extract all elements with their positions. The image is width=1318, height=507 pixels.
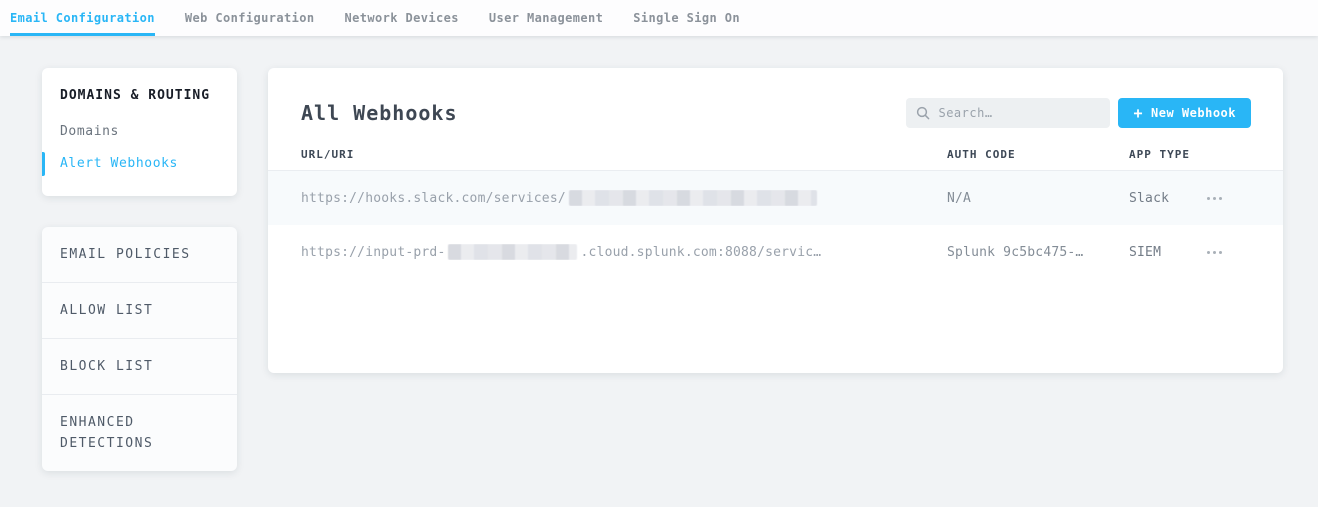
search-icon: [916, 106, 930, 120]
new-webhook-button-label: New Webhook: [1151, 106, 1236, 120]
sidebar-item-allow-list[interactable]: ALLOW LIST: [42, 282, 237, 338]
sidebar-item-domains[interactable]: Domains: [60, 123, 219, 141]
sidebar-item-enhanced-detections[interactable]: ENHANCED DETECTIONS: [42, 394, 237, 471]
tab-email-configuration[interactable]: Email Configuration: [10, 0, 155, 36]
sidebar-item-label: Alert Webhooks: [60, 156, 178, 171]
app-window: Email Configuration Web Configuration Ne…: [0, 0, 1318, 507]
redacted-url-segment: [569, 190, 817, 206]
app-type-cell: SIEM: [1129, 245, 1207, 260]
sidebar-item-alert-webhooks[interactable]: Alert Webhooks: [60, 155, 219, 173]
domains-routing-card: DOMAINS & ROUTING Domains Alert Webhooks: [42, 68, 237, 196]
column-header-auth-code: AUTH CODE: [947, 148, 1129, 161]
row-actions-cell: [1207, 197, 1250, 200]
auth-code-cell: N/A: [947, 191, 1129, 206]
tab-user-management[interactable]: User Management: [489, 0, 603, 36]
search-box[interactable]: [906, 98, 1110, 128]
webhook-url-cell: https://input-prd- .cloud.splunk.com:808…: [301, 244, 947, 260]
sidebar-item-email-policies[interactable]: EMAIL POLICIES: [42, 227, 237, 282]
webhook-url-text: https://hooks.slack.com/services/: [301, 191, 566, 206]
search-input[interactable]: [938, 106, 1100, 120]
tab-web-configuration[interactable]: Web Configuration: [185, 0, 315, 36]
tab-single-sign-on[interactable]: Single Sign On: [633, 0, 740, 36]
app-type-cell: Slack: [1129, 191, 1207, 206]
redacted-url-segment: [448, 244, 577, 260]
domains-routing-heading: DOMAINS & ROUTING: [60, 88, 219, 103]
table-header: URL/URI AUTH CODE APP TYPE: [268, 148, 1283, 171]
sidebar-item-block-list[interactable]: BLOCK LIST: [42, 338, 237, 394]
ellipsis-menu-icon[interactable]: [1207, 251, 1210, 254]
header-actions: + New Webhook: [906, 98, 1251, 128]
webhook-url-cell: https://hooks.slack.com/services/: [301, 190, 947, 206]
sidebar-sections-card: EMAIL POLICIES ALLOW LIST BLOCK LIST ENH…: [42, 227, 237, 471]
webhook-url-suffix: .cloud.splunk.com:8088/servic…: [580, 245, 821, 260]
table-body: https://hooks.slack.com/services/ N/A Sl…: [268, 171, 1283, 279]
app-type-label: SIEM: [1129, 245, 1161, 260]
table-row[interactable]: https://hooks.slack.com/services/ N/A Sl…: [268, 171, 1283, 225]
page-title: All Webhooks: [301, 101, 458, 125]
tab-network-devices[interactable]: Network Devices: [345, 0, 459, 36]
app-type-label: Slack: [1129, 191, 1169, 206]
webhook-url-text: https://input-prd-: [301, 245, 445, 260]
table-row[interactable]: https://input-prd- .cloud.splunk.com:808…: [268, 225, 1283, 279]
webhooks-panel: All Webhooks + New Webhook URL/URI AUTH …: [268, 68, 1283, 373]
column-header-url: URL/URI: [301, 148, 947, 161]
active-indicator-bar: [42, 152, 45, 176]
new-webhook-button[interactable]: + New Webhook: [1118, 98, 1251, 128]
top-nav: Email Configuration Web Configuration Ne…: [0, 0, 1318, 36]
column-header-app-type: APP TYPE: [1129, 148, 1207, 161]
auth-code-cell: Splunk 9c5bc475-…: [947, 245, 1129, 260]
plus-icon: +: [1133, 106, 1143, 121]
ellipsis-menu-icon[interactable]: [1207, 197, 1210, 200]
panel-header: All Webhooks + New Webhook: [268, 68, 1283, 148]
row-actions-cell: [1207, 251, 1250, 254]
